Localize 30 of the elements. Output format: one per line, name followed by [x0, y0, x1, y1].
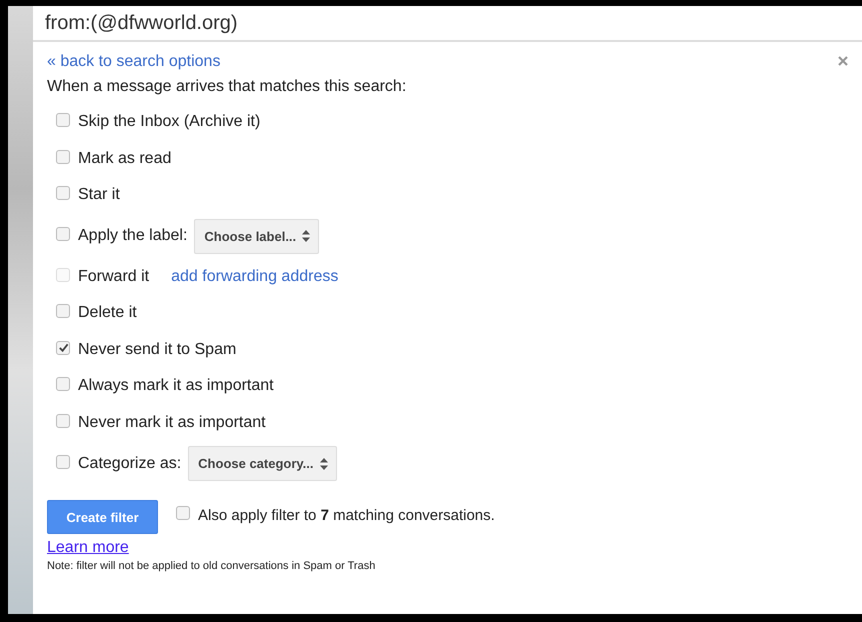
option-label: Delete it [78, 304, 137, 322]
checkbox[interactable] [56, 454, 70, 468]
checkbox[interactable] [176, 506, 190, 520]
option-label: Apply the label: [78, 227, 188, 245]
option-label: Always mark it as important [78, 377, 274, 396]
note-text: Note: filter will not be applied to old conversations in Spam or Trash [47, 560, 376, 572]
option-label: Star it [78, 186, 120, 204]
checkbox[interactable] [56, 227, 70, 241]
checkbox[interactable] [56, 113, 70, 128]
back-link[interactable]: « back to search options [47, 53, 220, 71]
option-label: Forward it [78, 268, 150, 286]
learn-more-link[interactable]: Learn more [47, 539, 129, 557]
dropdown[interactable]: Choose category... [188, 446, 337, 481]
sort-arrows-icon [320, 458, 328, 470]
sort-arrows-icon [302, 230, 310, 242]
checkbox[interactable] [56, 186, 70, 200]
heading-text: When a message arrives that matches this search: [47, 78, 408, 96]
checkbox[interactable] [56, 150, 70, 164]
checkbox[interactable] [56, 340, 70, 355]
option-label: Categorize as: [78, 454, 182, 472]
option-label: Skip the Inbox (Archive it) [78, 113, 260, 132]
option-label: Mark as read [78, 150, 172, 168]
checkbox[interactable] [56, 377, 70, 392]
dropdown[interactable]: Choose label... [194, 218, 320, 254]
checkbox[interactable] [56, 414, 70, 428]
option-label: Never send it to Spam [78, 340, 236, 359]
close-icon[interactable] [838, 56, 848, 66]
checkbox[interactable] [56, 304, 70, 318]
apply-text: Also apply filter to 7 matching conversations. [198, 506, 495, 524]
option-label: Never mark it as important [78, 414, 266, 432]
